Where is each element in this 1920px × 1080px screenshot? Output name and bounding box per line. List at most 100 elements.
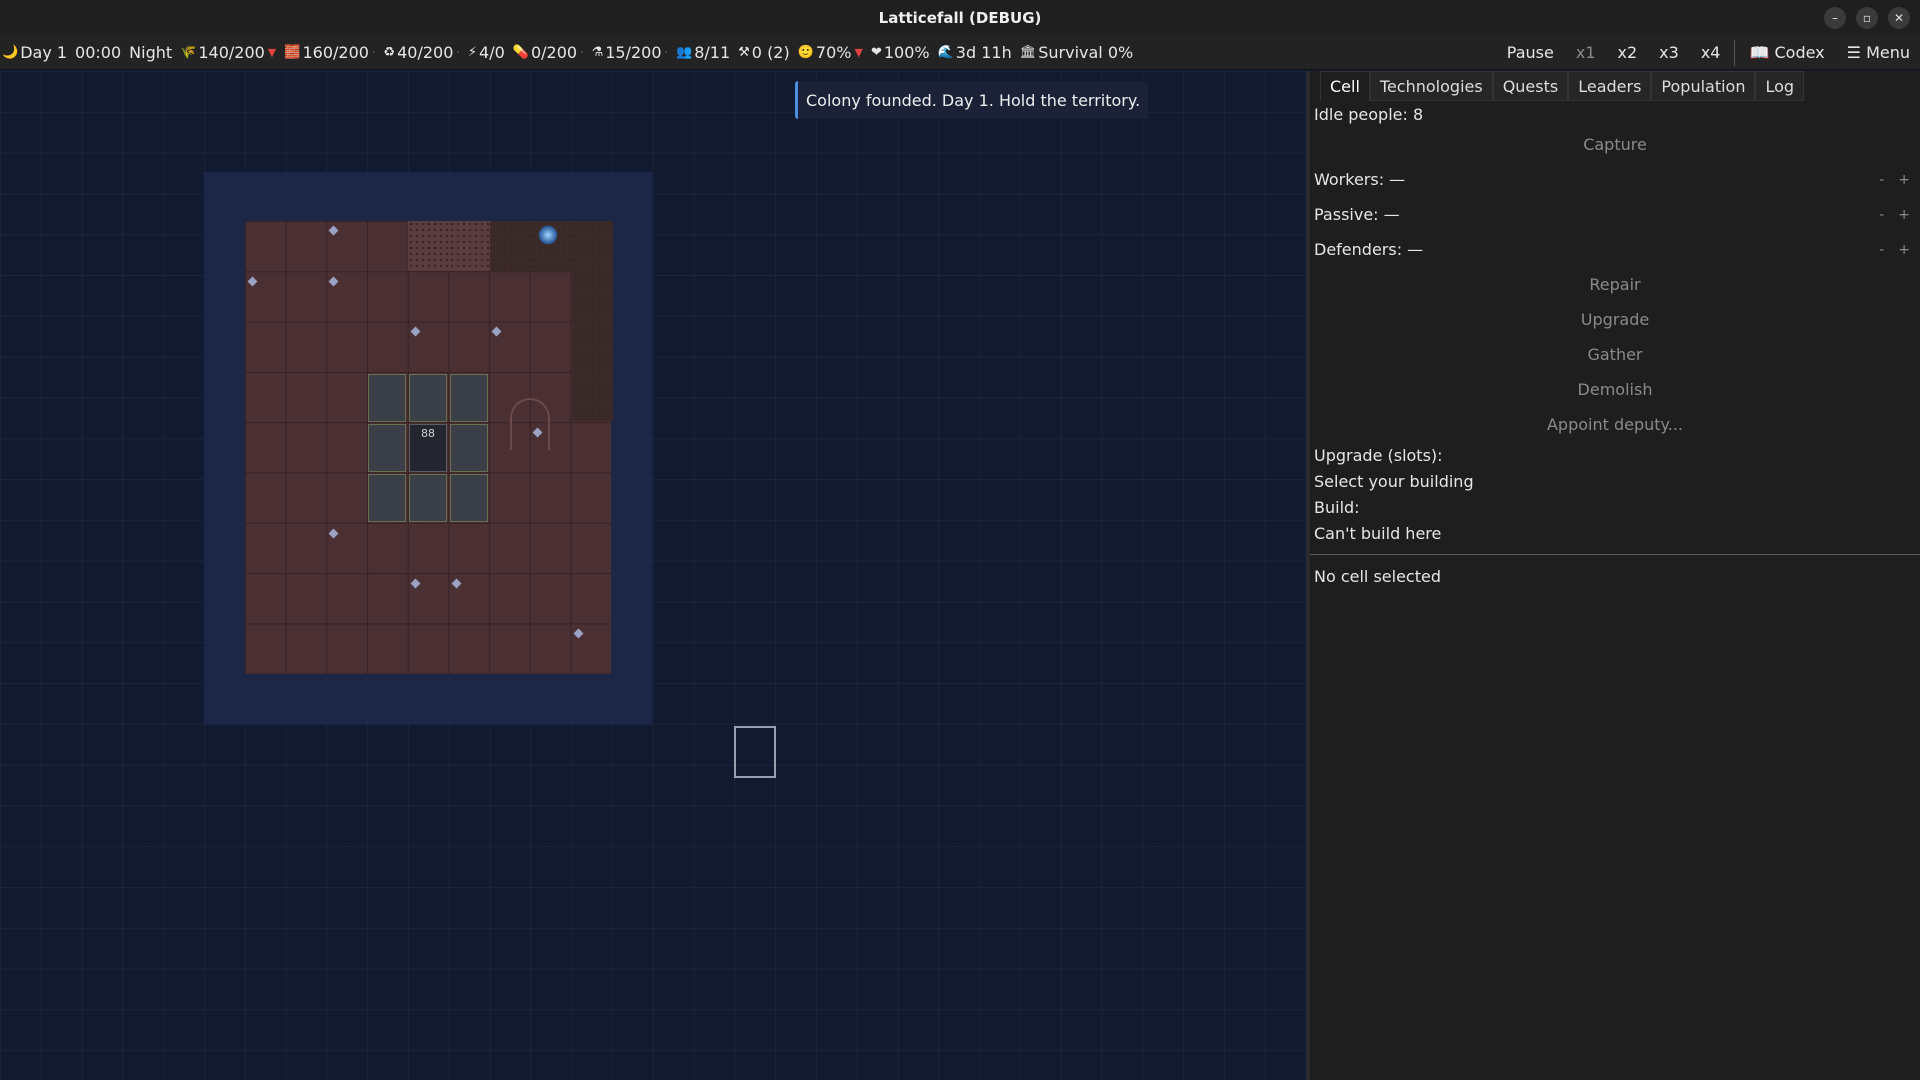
rock-tile[interactable]: [572, 371, 613, 421]
resource-value: 8/11: [694, 42, 731, 62]
hq-label: 88: [421, 427, 435, 440]
resource-value: 70%: [815, 42, 852, 62]
resource-value: 15/200: [605, 42, 662, 62]
building-cell[interactable]: [450, 424, 488, 472]
resource-item: 🌾 140/200 ▼: [180, 43, 276, 62]
resource-item: 👥 8/11: [676, 43, 730, 62]
flask-icon: ⚗: [591, 44, 604, 60]
idle-people-label: Idle people: 8: [1314, 104, 1424, 124]
workers-label: Workers: —: [1314, 170, 1406, 189]
defenders-minus-button[interactable]: -: [1879, 242, 1884, 258]
resource-value: 4/0: [479, 42, 505, 62]
resource-item: ⚗ 15/200 ·: [592, 43, 668, 62]
building-cell[interactable]: [450, 374, 488, 422]
minimize-button[interactable]: –: [1824, 7, 1846, 29]
people-icon: 👥: [676, 44, 693, 60]
codex-button[interactable]: 📖 Codex: [1749, 43, 1824, 62]
resource-value: 100%: [883, 42, 930, 62]
title-bar: Latticefall (DEBUG) – ▫ ✕: [0, 0, 1920, 35]
wheat-icon: 🌾: [180, 44, 197, 60]
tab-population[interactable]: Population: [1651, 71, 1756, 101]
resource-item: ♻ 40/200 ·: [383, 43, 459, 62]
toolbar-divider: [1734, 39, 1736, 66]
crystal-icon[interactable]: [538, 225, 558, 245]
building-cell[interactable]: [409, 374, 447, 422]
passive-minus-button[interactable]: -: [1879, 207, 1884, 223]
upgrade-button[interactable]: Upgrade: [1310, 302, 1920, 337]
speed-x4-button[interactable]: x4: [1701, 43, 1721, 62]
resource-item: 💊 0/200 ·: [513, 43, 584, 62]
build-label: Build:: [1314, 497, 1360, 517]
rock-tile[interactable]: [572, 271, 613, 321]
game-map[interactable]: 88: [0, 71, 1306, 1080]
resource-value: 0 (2): [751, 42, 790, 62]
trend-dot-icon: ·: [664, 45, 669, 59]
gather-button[interactable]: Gather: [1310, 337, 1920, 372]
repair-button[interactable]: Repair: [1310, 267, 1920, 302]
resource-item: 🧱 160/200 ·: [284, 43, 375, 62]
speed-x3-button[interactable]: x3: [1659, 43, 1679, 62]
trend-dot-icon: ·: [456, 45, 460, 59]
building-cell[interactable]: [368, 424, 406, 472]
resource-value: 00:00: [75, 42, 122, 62]
trend-down-icon: ▼: [854, 45, 863, 59]
demolish-button[interactable]: Demolish: [1310, 372, 1920, 407]
moon-icon: 🌙: [2, 44, 19, 60]
tab-cell[interactable]: Cell: [1320, 71, 1370, 101]
resource-item: 🌊 3d 11h: [938, 43, 1012, 62]
building-cell[interactable]: [450, 474, 488, 522]
lightning-icon: ⚡: [467, 44, 478, 60]
appoint-deputy-button[interactable]: Appoint deputy...: [1310, 407, 1920, 442]
speed-x2-button[interactable]: x2: [1618, 43, 1638, 62]
minimize-icon: –: [1832, 11, 1838, 25]
trend-down-icon: ▼: [267, 45, 277, 59]
maximize-icon: ▫: [1862, 11, 1872, 25]
building-cell[interactable]: [368, 474, 406, 522]
resource-value: 40/200: [397, 42, 454, 62]
speed-controls: Pause x1 x2 x3 x4 📖 Codex ☰ Menu: [1507, 35, 1910, 70]
panel-divider: [1310, 554, 1920, 555]
defenders-label: Defenders: —: [1314, 240, 1424, 259]
pill-icon: 💊: [512, 44, 529, 60]
pause-button[interactable]: Pause: [1507, 43, 1554, 62]
workers-plus-button[interactable]: +: [1898, 172, 1910, 188]
passive-plus-button[interactable]: +: [1898, 207, 1910, 223]
rock-tile[interactable]: [572, 221, 613, 271]
panel-tabs: Cell Technologies Quests Leaders Populat…: [1310, 71, 1920, 101]
tab-quests[interactable]: Quests: [1492, 71, 1569, 101]
close-icon: ✕: [1893, 11, 1905, 25]
rock-tile[interactable]: [449, 221, 490, 271]
defenders-row: Defenders: — - +: [1310, 232, 1920, 267]
tab-technologies[interactable]: Technologies: [1369, 71, 1493, 101]
tab-log[interactable]: Log: [1755, 71, 1805, 101]
resource-value: 140/200: [198, 42, 265, 62]
building-cell[interactable]: [409, 474, 447, 522]
cell-cursor: [734, 726, 776, 778]
tab-leaders[interactable]: Leaders: [1568, 71, 1652, 101]
headquarters-building[interactable]: 88: [409, 424, 447, 472]
menu-button[interactable]: ☰ Menu: [1847, 43, 1910, 62]
speed-x1-button[interactable]: x1: [1576, 43, 1596, 62]
side-panel: Cell Technologies Quests Leaders Populat…: [1306, 71, 1920, 1080]
trend-dot-icon: ·: [371, 45, 376, 59]
resource-item: 🏛 Survival 0%: [1020, 43, 1134, 62]
workers-minus-button[interactable]: -: [1879, 172, 1884, 188]
capture-button[interactable]: Capture: [1310, 127, 1920, 162]
resource-item: 🌙 Day 1: [2, 43, 67, 62]
rock-tile[interactable]: [408, 221, 449, 271]
bank-icon: 🏛: [1019, 44, 1037, 60]
rock-tile[interactable]: [490, 221, 531, 271]
maximize-button[interactable]: ▫: [1856, 7, 1878, 29]
rock-tile[interactable]: [572, 321, 613, 371]
tools-icon: ⚒: [738, 44, 750, 60]
resource-item: ⚒ 0 (2): [738, 43, 790, 62]
resource-item: ⚡ 4/0: [468, 43, 505, 62]
passive-label: Passive: —: [1314, 205, 1400, 224]
resource-item: ❤ 100%: [871, 43, 930, 62]
brick-icon: 🧱: [284, 44, 301, 60]
gate-structure[interactable]: [510, 398, 550, 450]
close-button[interactable]: ✕: [1888, 7, 1910, 29]
building-cell[interactable]: [368, 374, 406, 422]
defenders-plus-button[interactable]: +: [1898, 242, 1910, 258]
resource-item: 00:00: [75, 43, 121, 62]
